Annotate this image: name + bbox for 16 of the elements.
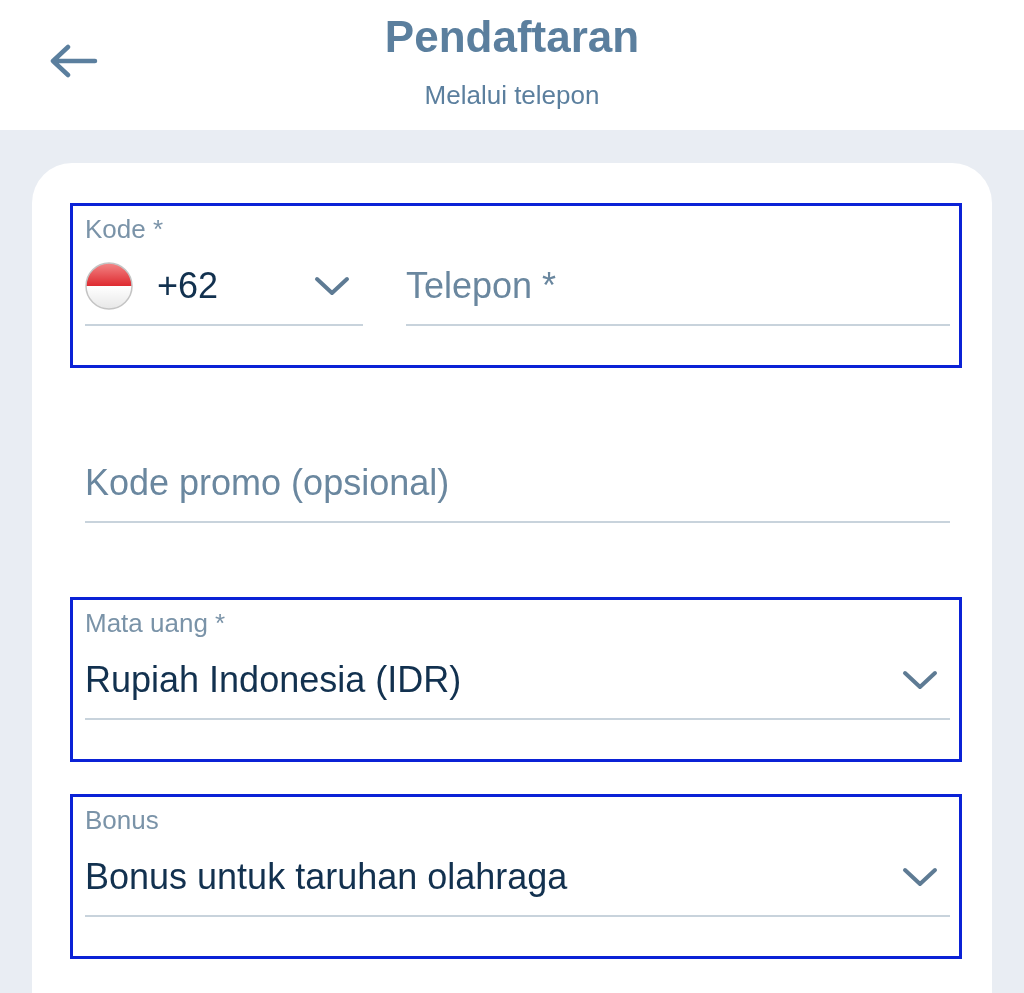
chevron-down-icon	[314, 276, 350, 296]
phone-input[interactable]: Telepon *	[406, 254, 950, 326]
page-title: Pendaftaran	[384, 11, 640, 63]
back-button[interactable]	[50, 44, 98, 78]
field-label: Kode *	[85, 214, 164, 244]
dropdown-field[interactable]: Rupiah Indonesia (IDR)	[85, 648, 950, 720]
flag-icon	[85, 262, 133, 310]
back-arrow-icon	[50, 44, 98, 78]
promo-code-input[interactable]: Kode promo (opsional)	[85, 451, 950, 523]
chevron-down-icon	[902, 867, 938, 887]
field-label: Mata uang *	[85, 608, 226, 638]
field-label: Bonus	[85, 805, 159, 835]
chevron-down-icon	[902, 670, 938, 690]
page-subtitle: Melalui telepon	[424, 79, 600, 111]
dropdown-field[interactable]: Bonus untuk taruhan olahraga	[85, 845, 950, 917]
country-code-dropdown[interactable]: +62	[85, 254, 363, 326]
